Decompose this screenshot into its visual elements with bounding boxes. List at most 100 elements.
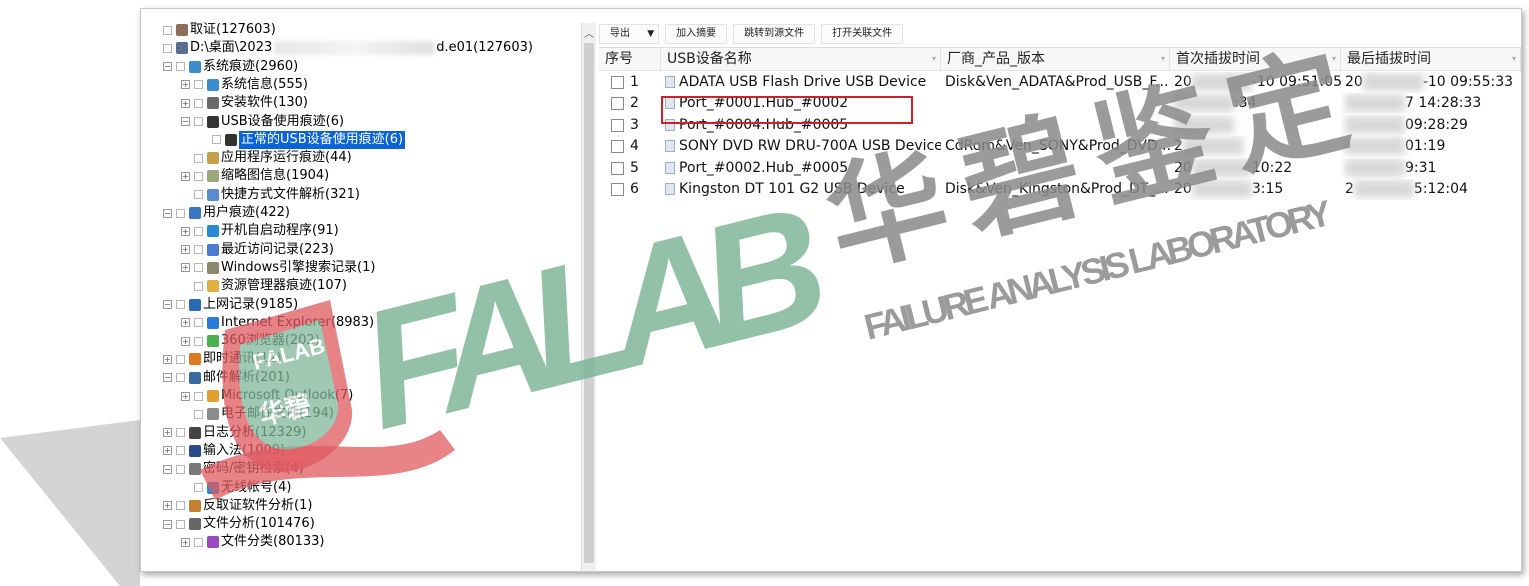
tree-checkbox[interactable] xyxy=(176,428,185,438)
tree-node[interactable]: − 系统痕迹(2960) xyxy=(163,58,298,76)
tree-node[interactable]: 无线帐号(4) xyxy=(181,479,291,497)
tree-node[interactable]: 正常的USB设备使用痕迹(6) xyxy=(199,130,406,149)
tree-checkbox[interactable] xyxy=(194,281,203,291)
tree-node[interactable]: + 开机自启动程序(91) xyxy=(181,222,339,240)
tree-node[interactable]: + Microsoft Outlook(7) xyxy=(181,387,353,405)
expand-icon[interactable]: + xyxy=(181,245,190,255)
expand-icon[interactable]: + xyxy=(181,318,190,328)
tree-checkbox[interactable] xyxy=(176,354,185,364)
tree-checkbox[interactable] xyxy=(176,446,185,456)
expand-icon[interactable]: + xyxy=(181,80,190,90)
tree-node[interactable]: 快捷方式文件解析(321) xyxy=(181,186,360,204)
row-checkbox[interactable] xyxy=(611,161,624,175)
row-checkbox[interactable] xyxy=(611,140,624,154)
table-row[interactable]: 5 Port_#0002.Hub_#0005 20 10:22 9:31 xyxy=(599,158,1521,179)
tree-node[interactable]: − 上网记录(9185) xyxy=(163,296,298,314)
tree-checkbox[interactable] xyxy=(194,226,203,236)
collapse-icon[interactable]: − xyxy=(163,519,172,529)
column-header-first-time[interactable]: 首次插拔时间 ▾ xyxy=(1170,48,1341,70)
tree-checkbox[interactable] xyxy=(194,80,203,90)
tree-checkbox[interactable] xyxy=(163,25,172,35)
tree-node[interactable]: − 文件分析(101476) xyxy=(163,515,315,533)
open-related-file-button[interactable]: 打开关联文件 xyxy=(821,24,904,44)
export-button[interactable]: 导出 ▼ xyxy=(599,24,660,44)
tree-checkbox[interactable] xyxy=(176,501,185,511)
tree-node[interactable]: + 反取证软件分析(1) xyxy=(163,497,312,515)
collapse-icon[interactable]: − xyxy=(163,62,172,72)
expand-icon[interactable]: + xyxy=(181,171,190,181)
collapse-icon[interactable]: − xyxy=(163,373,172,383)
tree-node[interactable]: + 日志分析(12329) xyxy=(163,424,307,442)
jump-to-source-button[interactable]: 跳转到源文件 xyxy=(733,24,816,44)
tree-checkbox[interactable] xyxy=(194,153,203,163)
tree-node[interactable]: − USB设备使用痕迹(6) xyxy=(181,113,344,131)
table-row[interactable]: 6 Kingston DT 101 G2 USB Device Disk&Ven_K… xyxy=(599,179,1521,200)
column-header-usb-name[interactable]: USB设备名称 ▾ xyxy=(661,48,941,70)
column-header-vendor[interactable]: 厂商_产品_版本 ▾ xyxy=(941,48,1170,70)
tree-checkbox[interactable] xyxy=(163,43,172,53)
table-row[interactable]: 4 SONY DVD RW DRU-700A USB Device CdRom&Ve… xyxy=(599,136,1521,157)
tree-node[interactable]: − 用户痕迹(422) xyxy=(163,204,290,222)
tree-checkbox[interactable] xyxy=(194,171,203,181)
tree-node[interactable]: + Internet Explorer(8983) xyxy=(181,314,374,332)
tree-node[interactable]: 电子邮件文件(194) xyxy=(181,405,334,423)
tree-checkbox[interactable] xyxy=(212,135,221,145)
tree-checkbox[interactable] xyxy=(194,318,203,328)
tree-checkbox[interactable] xyxy=(194,263,203,273)
tree-checkbox[interactable] xyxy=(176,300,185,309)
tree-checkbox[interactable] xyxy=(194,336,203,346)
expand-icon[interactable]: + xyxy=(181,263,190,273)
tree-node[interactable]: − 密码/密钥检索(4) xyxy=(163,460,304,478)
tree-node[interactable]: + 最近访问记录(223) xyxy=(181,241,334,259)
collapse-icon[interactable]: − xyxy=(163,464,172,474)
column-header-index[interactable]: 序号 xyxy=(599,48,661,70)
tree-node[interactable]: D:\桌面\2023 d.e01(127603) xyxy=(163,39,533,57)
collapse-icon[interactable]: − xyxy=(163,300,172,309)
row-checkbox[interactable] xyxy=(611,76,624,89)
tree-node[interactable]: + 输入法(1009) xyxy=(163,442,285,460)
tree-checkbox[interactable] xyxy=(176,519,185,529)
row-checkbox[interactable] xyxy=(611,118,624,132)
tree-checkbox[interactable] xyxy=(194,190,203,200)
tree-checkbox[interactable] xyxy=(194,245,203,255)
expand-icon[interactable]: + xyxy=(181,226,190,236)
tree-node[interactable]: +360浏览器(202) xyxy=(181,332,320,350)
expand-icon[interactable]: + xyxy=(181,391,190,401)
scroll-up-icon[interactable]: ︿ xyxy=(584,25,594,40)
tree-node[interactable]: − 邮件解析(201) xyxy=(163,369,290,387)
tree-checkbox[interactable] xyxy=(194,483,203,492)
tree-node[interactable]: + 即时通讯(12) xyxy=(163,350,282,368)
row-checkbox[interactable] xyxy=(611,97,624,111)
tree-checkbox[interactable] xyxy=(194,537,203,547)
table-row[interactable]: 1 ADATA USB Flash Drive USB Device Disk&Ve… xyxy=(599,72,1521,93)
filter-icon[interactable]: ▾ xyxy=(1161,48,1165,70)
tree-node[interactable]: 资源管理器痕迹(107) xyxy=(181,277,347,295)
filter-icon[interactable]: ▾ xyxy=(1332,48,1336,70)
expand-icon[interactable]: + xyxy=(181,537,190,547)
scrollbar-thumb[interactable] xyxy=(584,43,594,563)
expand-icon[interactable]: + xyxy=(163,354,172,364)
tree-checkbox[interactable] xyxy=(194,391,203,401)
filter-icon[interactable]: ▾ xyxy=(932,48,936,70)
tree-node[interactable]: + 系统信息(555) xyxy=(181,76,308,94)
tree-node[interactable]: 取证(127603) xyxy=(163,21,276,39)
tree-node[interactable]: 应用程序运行痕迹(44) xyxy=(181,149,352,167)
expand-icon[interactable]: + xyxy=(181,336,190,346)
collapse-icon[interactable]: − xyxy=(163,208,172,218)
tree-checkbox[interactable] xyxy=(194,117,203,126)
tree-node[interactable]: + 安装软件(130) xyxy=(181,94,308,112)
tree-checkbox[interactable] xyxy=(194,409,203,419)
tree-node[interactable]: + Windows引擎搜索记录(1) xyxy=(181,259,375,277)
tree-checkbox[interactable] xyxy=(194,98,203,108)
expand-icon[interactable]: + xyxy=(163,446,172,456)
tree-checkbox[interactable] xyxy=(176,208,185,218)
expand-icon[interactable]: + xyxy=(163,501,172,511)
filter-icon[interactable]: ▾ xyxy=(1512,48,1516,70)
tree-checkbox[interactable] xyxy=(176,62,185,72)
tree-checkbox[interactable] xyxy=(176,464,185,474)
tree-node[interactable]: + 文件分类(80133) xyxy=(181,533,325,551)
column-header-last-time[interactable]: 最后插拔时间 ▾ xyxy=(1341,48,1521,70)
tree-checkbox[interactable] xyxy=(176,373,185,383)
collapse-icon[interactable]: − xyxy=(181,117,190,126)
tree-node[interactable]: + 缩略图信息(1904) xyxy=(181,167,329,185)
